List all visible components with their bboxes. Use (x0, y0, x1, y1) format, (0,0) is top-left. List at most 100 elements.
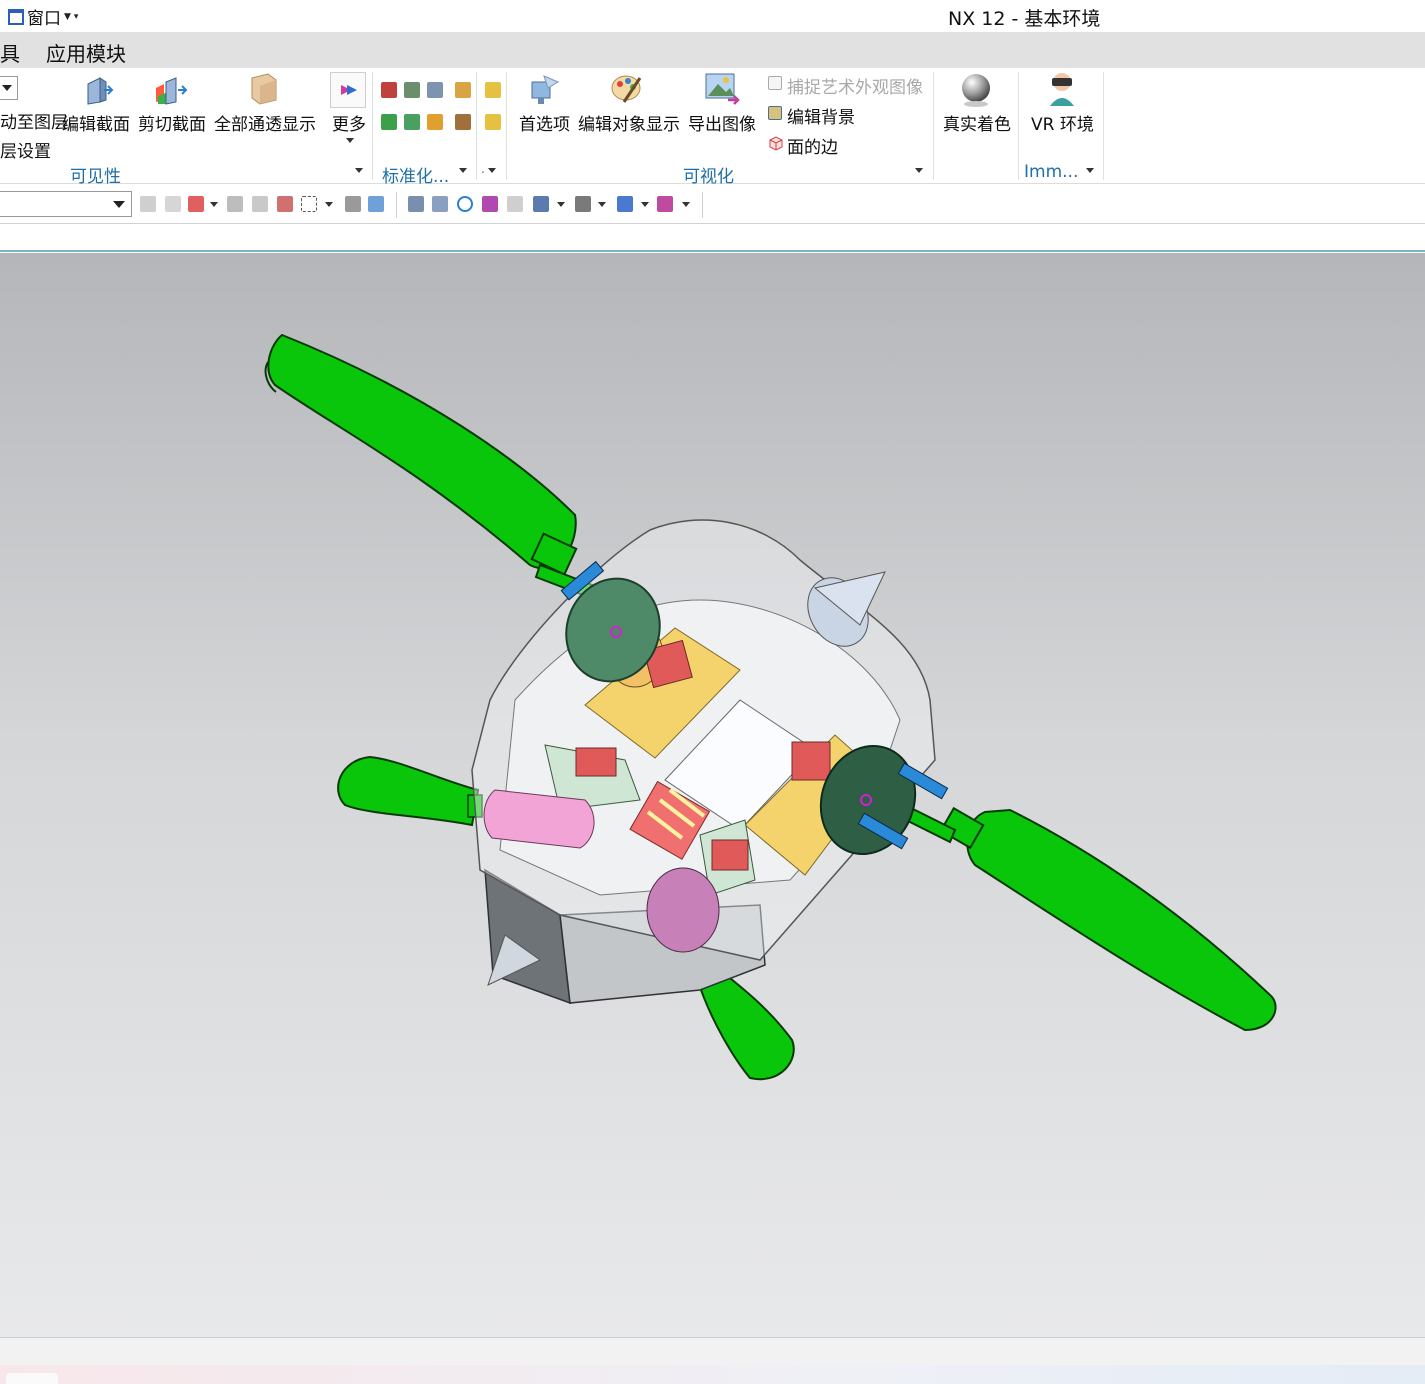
std-tool-icon-7[interactable] (427, 114, 443, 130)
tb-pan-icon[interactable] (482, 196, 498, 212)
assembly-tool-icon-1[interactable] (485, 82, 501, 98)
ribbon-separator (1018, 72, 1019, 180)
clip-section-button[interactable]: 剪切截面 (138, 110, 206, 135)
selection-toolbar (0, 186, 1425, 224)
status-bar (0, 1337, 1425, 1365)
std-tool-icon-4[interactable] (455, 82, 471, 98)
layer-combo[interactable] (0, 76, 18, 100)
toolbar-separator (396, 192, 397, 218)
immersive-group-menu-icon[interactable] (1086, 168, 1094, 173)
motor-pink-bottom (646, 867, 720, 953)
edit-section-icon[interactable] (82, 74, 114, 106)
tb-fit-icon[interactable] (408, 196, 424, 212)
tb-lasso-icon[interactable] (277, 196, 293, 212)
ribbon-separator (476, 72, 477, 180)
ribbon-separator (1103, 72, 1104, 180)
tb-more-caret-icon[interactable] (682, 202, 690, 207)
preferences-button[interactable]: 首选项 (519, 110, 570, 135)
tb-point-icon[interactable] (227, 196, 243, 212)
face-edges-label[interactable]: 面的边 (787, 133, 838, 158)
export-image-button[interactable]: 导出图像 (688, 110, 756, 135)
quick-access-toolbar: 窗口 ▼ ▾ (8, 4, 78, 29)
robot-model (264, 333, 1277, 1081)
taskbar-tab[interactable] (6, 1373, 58, 1384)
block-bottom (711, 839, 749, 871)
fin-left-middle[interactable] (337, 755, 483, 827)
small-group-label: . (481, 162, 485, 176)
std-tool-icon-3[interactable] (427, 82, 443, 98)
small-group-menu-icon[interactable] (488, 168, 496, 173)
taskbar (0, 1365, 1425, 1384)
true-shading-icon[interactable] (958, 72, 994, 108)
visibility-group-menu-icon[interactable] (355, 168, 363, 173)
tb-shade-icon[interactable] (575, 196, 591, 212)
tb-select-icon[interactable] (188, 196, 204, 212)
tb-box-icon[interactable] (345, 196, 361, 212)
immersive-group-label: Imm... (1024, 162, 1079, 182)
window-menu-caret-icon[interactable]: ▼ (64, 12, 71, 22)
standardize-group-menu-icon[interactable] (459, 168, 467, 173)
tb-select-caret-icon[interactable] (210, 202, 218, 207)
motor-pink-left (483, 789, 595, 849)
std-tool-icon-6[interactable] (404, 114, 420, 130)
type-filter-combo[interactable] (0, 191, 132, 217)
edit-background-button[interactable]: 编辑背景 (787, 103, 855, 128)
window-icon[interactable] (8, 8, 24, 25)
graphics-viewport[interactable] (0, 253, 1425, 1337)
title-bar: 窗口 ▼ ▾ NX 12 - 基本环境 (0, 0, 1425, 32)
tb-cube-caret-icon[interactable] (641, 202, 649, 207)
vr-environment-button[interactable]: VR 环境 (1031, 110, 1094, 135)
block-left (575, 747, 617, 777)
tb-rect-caret-icon[interactable] (325, 202, 333, 207)
window-menu-label[interactable]: 窗口 (27, 4, 61, 29)
more-button[interactable]: 更多 (332, 110, 366, 135)
clip-section-icon[interactable] (154, 74, 188, 106)
visualization-group-menu-icon[interactable] (915, 168, 923, 173)
standardize-group-label: 标准化... (382, 167, 450, 187)
export-image-icon[interactable] (704, 72, 740, 108)
layer-settings-button[interactable]: 层设置 (0, 137, 51, 162)
fin-upper-left[interactable] (264, 333, 602, 602)
tb-solid-icon[interactable] (368, 196, 384, 212)
face-edges-cube-icon (769, 136, 783, 151)
more-icon[interactable] (330, 72, 366, 108)
edit-object-display-icon[interactable] (610, 72, 646, 108)
menu-application[interactable]: 应用模块 (46, 38, 126, 67)
more-chevron-icon[interactable] (346, 138, 354, 143)
ribbon: 动至图层 层设置 编辑截面 剪切截面 全部通透显示 更多 可见性 标准化... … (0, 68, 1425, 224)
std-tool-icon-5[interactable] (381, 114, 397, 130)
tb-rectangle-select-icon[interactable] (301, 196, 317, 212)
std-tool-icon-2[interactable] (404, 82, 420, 98)
fin-right[interactable] (898, 803, 1277, 1032)
customize-qat-icon[interactable]: ▾ (74, 12, 79, 22)
tb-zoom-icon[interactable] (432, 196, 448, 212)
std-tool-icon-1[interactable] (381, 82, 397, 98)
tb-filter-icon[interactable] (140, 196, 156, 212)
ribbon-separator (506, 72, 507, 180)
true-shading-button[interactable]: 真实着色 (943, 110, 1011, 135)
all-transparent-button[interactable]: 全部通透显示 (214, 110, 316, 135)
tb-view-icon[interactable] (507, 196, 523, 212)
all-transparent-icon[interactable] (248, 72, 280, 106)
capture-studio-image-button[interactable]: 捕捉艺术外观图像 (787, 73, 923, 98)
preferences-icon[interactable] (526, 72, 562, 108)
tb-curve-icon[interactable] (252, 196, 268, 212)
vr-headset-icon[interactable] (1044, 70, 1080, 108)
tb-layout-icon[interactable] (533, 196, 549, 212)
edit-background-icon (768, 106, 782, 120)
move-to-layer-button[interactable]: 动至图层 (0, 108, 68, 133)
tb-snap-icon[interactable] (165, 196, 181, 212)
tb-layout-caret-icon[interactable] (557, 202, 565, 207)
menu-tools[interactable]: 具 (0, 38, 20, 67)
tb-shade-caret-icon[interactable] (598, 202, 606, 207)
edit-object-display-button[interactable]: 编辑对象显示 (578, 110, 680, 135)
std-tool-icon-8[interactable] (455, 114, 471, 130)
tb-rotate-icon[interactable] (457, 196, 473, 212)
tb-cube-icon[interactable] (617, 196, 633, 212)
app-title: NX 12 - 基本环境 (948, 8, 1101, 30)
tb-more-icon[interactable] (657, 196, 673, 212)
edit-section-button[interactable]: 编辑截面 (62, 110, 130, 135)
toolbar-separator (702, 192, 703, 218)
nx-app-window: 窗口 ▼ ▾ NX 12 - 基本环境 具 应用模块 动至图层 层设置 编辑截面… (0, 0, 1425, 1384)
assembly-tool-icon-2[interactable] (485, 114, 501, 130)
